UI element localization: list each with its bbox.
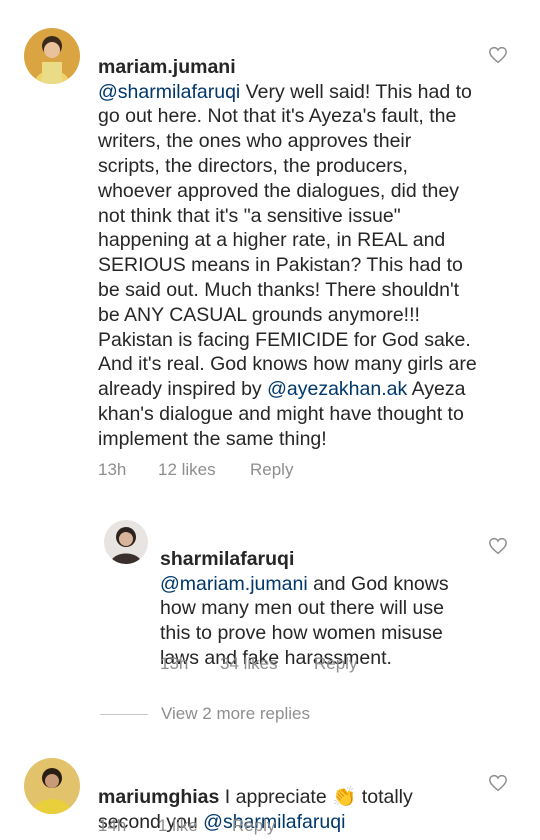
reply-button[interactable]: Reply — [232, 816, 275, 836]
likes-count[interactable]: 1 like — [158, 816, 232, 836]
avatar[interactable] — [104, 520, 148, 564]
username[interactable]: sharmilafaruqi — [160, 548, 294, 570]
comment-text: mariam.jumani @sharmilafaruqi Very well … — [98, 30, 478, 452]
mention-link[interactable]: @mariam.jumani — [160, 573, 308, 595]
comment-meta: 14h 1 like Reply — [98, 816, 275, 836]
comment-meta: 13h 12 likes Reply — [98, 460, 293, 480]
clapping-emoji: 👏 — [332, 785, 357, 808]
view-more-label[interactable]: View 2 more replies — [161, 704, 310, 724]
reply-button[interactable]: Reply — [250, 460, 293, 480]
comment-body: Very well said! This had to go out here.… — [98, 80, 477, 401]
heart-icon[interactable] — [488, 537, 508, 555]
likes-count[interactable]: 12 likes — [158, 460, 250, 480]
timestamp: 13h — [98, 460, 127, 479]
timestamp: 13h — [160, 654, 189, 673]
username[interactable]: mariam.jumani — [98, 56, 236, 78]
divider-line — [100, 713, 148, 715]
view-more-replies[interactable]: View 2 more replies — [100, 704, 310, 724]
comment-meta: 13h 34 likes Reply — [160, 654, 357, 674]
comment-body: I appreciate — [219, 785, 333, 808]
timestamp: 14h — [98, 816, 127, 835]
comment-text: sharmilafaruqi @mariam.jumani and God kn… — [160, 522, 478, 671]
reply-button[interactable]: Reply — [314, 654, 357, 674]
avatar[interactable] — [24, 28, 80, 84]
likes-count[interactable]: 34 likes — [220, 654, 314, 674]
mention-link[interactable]: @ayezakhan.ak — [267, 378, 407, 400]
heart-icon[interactable] — [488, 46, 508, 64]
username[interactable]: mariumghias — [98, 786, 219, 808]
avatar[interactable] — [24, 758, 80, 814]
heart-icon[interactable] — [488, 774, 508, 792]
mention-link[interactable]: @sharmilafaruqi — [98, 81, 240, 103]
